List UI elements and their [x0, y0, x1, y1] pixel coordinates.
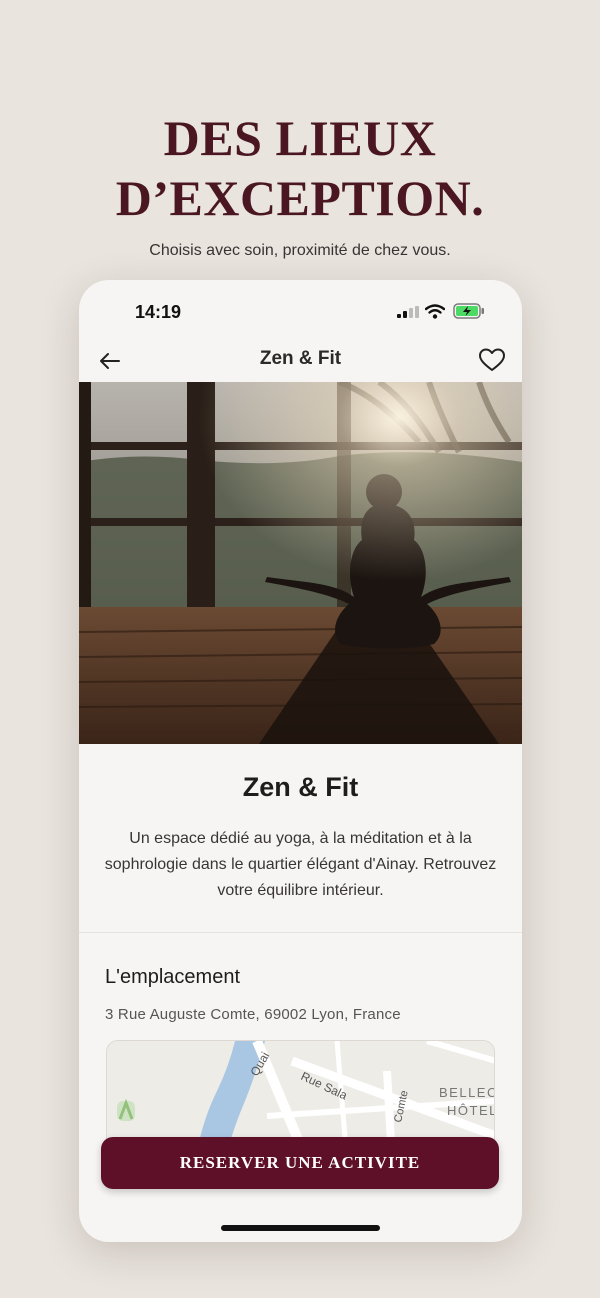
status-bar: 14:19: [79, 280, 522, 342]
cellular-signal-icon: [397, 306, 419, 318]
nav-title: Zen & Fit: [259, 348, 342, 369]
phone-frame: 14:19 Zen & Fit Zen & Fit Un espace dédi…: [79, 280, 522, 1242]
headline-line-2: D’EXCEPTION.: [115, 170, 485, 226]
battery-charging-icon: [453, 303, 484, 319]
location-address: 3 Rue Auguste Comte, 69002 Lyon, France: [105, 1006, 401, 1023]
navigation-bar: Zen & Fit: [79, 340, 522, 382]
venue-description: Un espace dédié au yoga, à la méditation…: [104, 830, 497, 899]
favorite-heart-icon[interactable]: [478, 346, 506, 374]
location-heading: L'emplacement: [105, 966, 240, 988]
reserve-activity-button[interactable]: RESERVER UNE ACTIVITE: [101, 1137, 499, 1189]
map-poi-line-2: HÔTEL: [447, 1103, 495, 1118]
wifi-icon: [425, 304, 445, 319]
section-divider: [79, 932, 522, 933]
status-time: 14:19: [135, 302, 182, 322]
meditation-photo: [79, 382, 522, 744]
promo-subtitle: Choisis avec soin, proximité de chez vou…: [149, 242, 451, 259]
home-indicator[interactable]: [221, 1225, 380, 1231]
map-poi-line-1: BELLEC: [439, 1085, 495, 1100]
headline-line-1: DES LIEUX: [163, 110, 437, 166]
venue-name: Zen & Fit: [242, 772, 359, 802]
venue-hero-image: [79, 382, 522, 744]
promo-headline: DES LIEUX D’EXCEPTION.: [0, 108, 600, 228]
